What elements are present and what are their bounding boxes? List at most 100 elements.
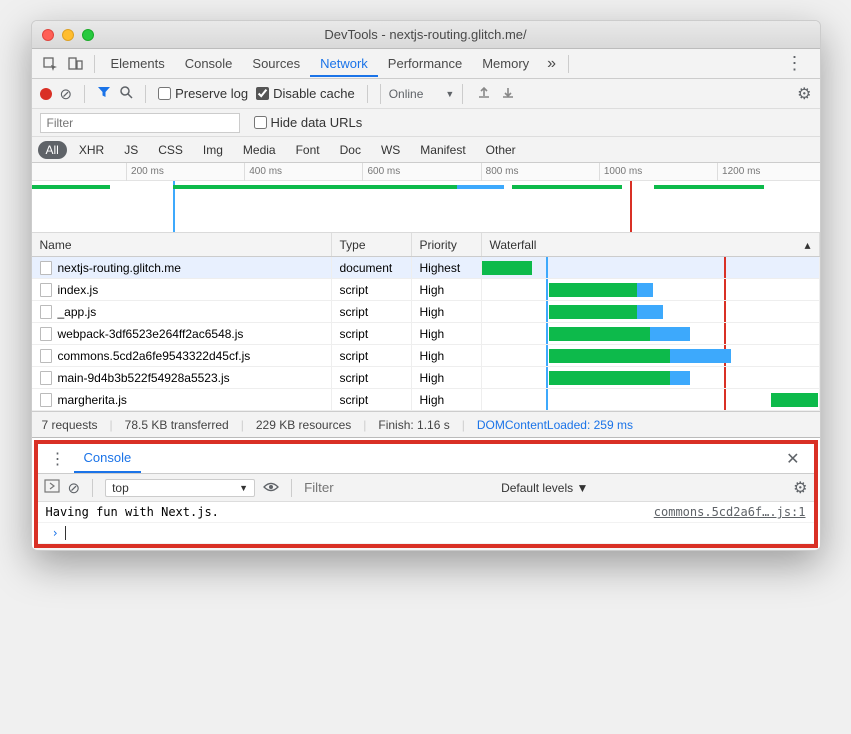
panel-tabs: ElementsConsoleSourcesNetworkPerformance… [32, 49, 820, 79]
timeline-bar [173, 185, 457, 189]
table-row[interactable]: _app.jsscriptHigh [32, 301, 820, 323]
request-priority: High [412, 323, 482, 344]
type-filter-all[interactable]: All [38, 141, 67, 159]
request-name: main-9d4b3b522f54928a5523.js [58, 371, 230, 385]
type-filter-manifest[interactable]: Manifest [412, 141, 473, 159]
live-expression-icon[interactable] [263, 480, 279, 496]
timeline-tick: 1200 ms [717, 163, 760, 181]
filter-toggle-icon[interactable] [97, 85, 111, 102]
network-table: Name Type Priority Waterfall▴ nextjs-rou… [32, 233, 820, 411]
type-filter-ws[interactable]: WS [373, 141, 408, 159]
request-name: webpack-3df6523e264ff2ac6548.js [58, 327, 244, 341]
col-name[interactable]: Name [32, 233, 332, 256]
hide-data-urls-checkbox[interactable]: Hide data URLs [254, 115, 363, 130]
table-row[interactable]: webpack-3df6523e264ff2ac6548.jsscriptHig… [32, 323, 820, 345]
timeline-tick: 1000 ms [599, 163, 642, 181]
download-har-icon[interactable] [501, 85, 515, 102]
type-filter-xhr[interactable]: XHR [71, 141, 112, 159]
status-bar: 7 requests| 78.5 KB transferred| 229 KB … [32, 411, 820, 437]
status-finish: Finish: 1.16 s [378, 418, 449, 432]
table-row[interactable]: margherita.jsscriptHigh [32, 389, 820, 411]
type-filter-img[interactable]: Img [195, 141, 231, 159]
timeline-tick: 800 ms [481, 163, 519, 181]
disable-cache-checkbox[interactable]: Disable cache [256, 86, 355, 101]
preserve-log-checkbox[interactable]: Preserve log [158, 86, 248, 101]
status-resources: 229 KB resources [256, 418, 351, 432]
timeline-bar [32, 185, 111, 189]
more-tabs-button[interactable]: » [541, 55, 562, 73]
console-log-row: Having fun with Next.js. commons.5cd2a6f… [38, 502, 814, 523]
timeline-overview[interactable]: 200 ms400 ms600 ms800 ms1000 ms1200 ms [32, 163, 820, 233]
window-title: DevTools - nextjs-routing.glitch.me/ [32, 27, 820, 42]
request-name: nextjs-routing.glitch.me [58, 261, 181, 275]
clear-console-icon[interactable]: ⊘ [68, 479, 81, 497]
request-waterfall [482, 301, 820, 322]
file-icon [40, 283, 52, 297]
request-type: document [332, 257, 412, 278]
tab-console[interactable]: Console [175, 50, 243, 77]
request-waterfall [482, 389, 820, 410]
type-filter-doc[interactable]: Doc [332, 141, 369, 159]
console-settings-icon[interactable]: ⚙ [793, 478, 807, 498]
request-priority: High [412, 389, 482, 410]
separator [92, 479, 93, 497]
file-icon [40, 327, 52, 341]
console-sidebar-toggle-icon[interactable] [44, 479, 60, 496]
tab-elements[interactable]: Elements [101, 50, 175, 77]
log-levels-select[interactable]: Default levels ▼ [501, 481, 588, 495]
tab-performance[interactable]: Performance [378, 50, 472, 77]
timeline-body [32, 181, 820, 232]
table-row[interactable]: nextjs-routing.glitch.medocumentHighest [32, 257, 820, 279]
console-prompt-row[interactable]: › [38, 523, 814, 544]
prompt-icon: › [46, 526, 65, 540]
request-waterfall [482, 257, 820, 278]
col-waterfall[interactable]: Waterfall▴ [482, 233, 820, 256]
record-button[interactable] [40, 88, 52, 100]
file-icon [40, 261, 52, 275]
file-icon [40, 305, 52, 319]
drawer-close-icon[interactable]: ✕ [776, 449, 809, 469]
request-type: script [332, 367, 412, 388]
network-toolbar: ⊘ Preserve log Disable cache Online ▼ ⚙ [32, 79, 820, 109]
table-row[interactable]: main-9d4b3b522f54928a5523.jsscriptHigh [32, 367, 820, 389]
separator [367, 85, 368, 103]
timeline-tick: 400 ms [244, 163, 282, 181]
drawer-tab-console[interactable]: Console [74, 444, 142, 473]
inspect-element-icon[interactable] [38, 52, 62, 76]
status-domcontentloaded: DOMContentLoaded: 259 ms [477, 418, 633, 432]
network-settings-icon[interactable]: ⚙ [797, 84, 811, 104]
upload-har-icon[interactable] [477, 85, 491, 102]
request-priority: High [412, 279, 482, 300]
type-filter-media[interactable]: Media [235, 141, 284, 159]
col-priority[interactable]: Priority [412, 233, 482, 256]
tab-memory[interactable]: Memory [472, 50, 539, 77]
type-filter-other[interactable]: Other [478, 141, 524, 159]
type-filter-font[interactable]: Font [288, 141, 328, 159]
request-type: script [332, 345, 412, 366]
tab-network[interactable]: Network [310, 50, 378, 77]
drawer-menu-icon[interactable]: ⋮ [42, 449, 74, 469]
console-filter-input[interactable] [304, 480, 481, 495]
clear-button[interactable]: ⊘ [60, 85, 73, 103]
request-waterfall [482, 279, 820, 300]
filter-bar: Hide data URLs [32, 109, 820, 137]
request-type: script [332, 301, 412, 322]
table-row[interactable]: index.jsscriptHigh [32, 279, 820, 301]
drawer-tabs: ⋮ Console ✕ [38, 444, 814, 474]
col-type[interactable]: Type [332, 233, 412, 256]
cursor [65, 526, 66, 540]
tab-sources[interactable]: Sources [242, 50, 310, 77]
type-filter-css[interactable]: CSS [150, 141, 191, 159]
filter-input[interactable] [40, 113, 240, 133]
import-export [471, 85, 521, 102]
throttling-select[interactable]: Online ▼ [380, 84, 464, 104]
device-toolbar-icon[interactable] [64, 52, 88, 76]
execution-context-select[interactable]: top ▼ [105, 479, 255, 497]
table-row[interactable]: commons.5cd2a6fe9543322d45cf.jsscriptHig… [32, 345, 820, 367]
timeline-bar [457, 185, 504, 189]
settings-menu-icon[interactable]: ⋮ [776, 53, 814, 74]
search-icon[interactable] [119, 85, 133, 102]
console-log-source-link[interactable]: commons.5cd2a6f….js:1 [654, 505, 806, 519]
type-filter-js[interactable]: JS [116, 141, 146, 159]
request-type: script [332, 389, 412, 410]
